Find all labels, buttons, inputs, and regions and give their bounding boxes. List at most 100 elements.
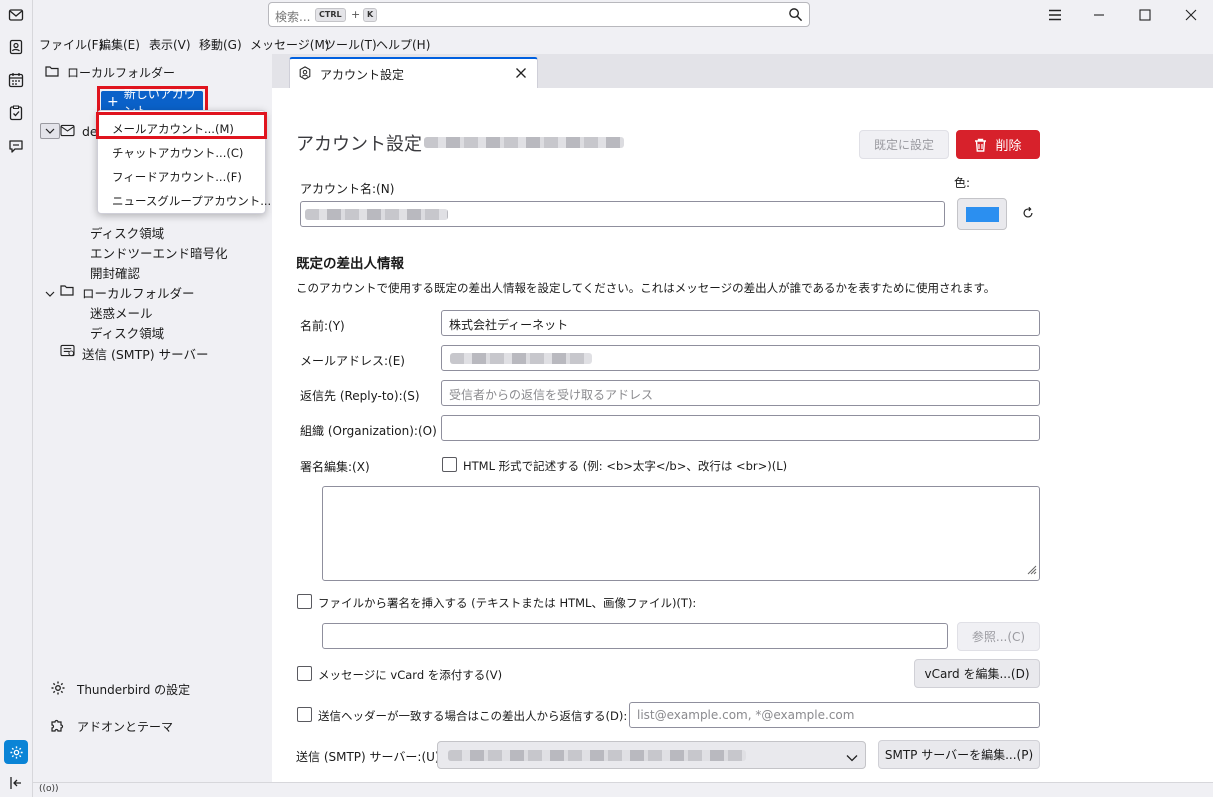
thunderbird-settings-link[interactable]: Thunderbird の設定 xyxy=(77,681,190,698)
hamburger-menu-icon[interactable] xyxy=(1043,4,1067,26)
tree-item-e2e-encryption[interactable]: エンドツーエンド暗号化 xyxy=(90,243,228,262)
folder-pane-header: ローカルフォルダー xyxy=(33,54,272,88)
file-signature-checkbox[interactable] xyxy=(297,594,312,609)
smtp-server-icon xyxy=(60,344,75,360)
maximize-icon[interactable] xyxy=(1133,4,1157,26)
delete-label: 削除 xyxy=(995,139,1022,154)
close-window-icon[interactable] xyxy=(1179,4,1203,26)
signature-label: 署名編集:(X) xyxy=(300,460,370,474)
resize-grip-icon[interactable] xyxy=(1027,564,1037,578)
puzzle-icon xyxy=(50,717,66,736)
calendar-icon[interactable] xyxy=(6,70,26,90)
search-placeholder: 検索... xyxy=(275,10,311,24)
identity-heading: 既定の差出人情報 xyxy=(296,256,404,272)
page-title: アカウント設定 - xyxy=(296,134,435,155)
html-signature-checkbox[interactable] xyxy=(442,457,457,472)
smtp-label: 送信 (SMTP) サーバー:(U) xyxy=(296,750,440,764)
account-settings-tab-icon xyxy=(298,66,312,83)
reply-to-input[interactable]: 受信者からの返信を受け取るアドレス xyxy=(441,380,1040,406)
folder-icon xyxy=(45,65,59,80)
email-label: メールアドレス:(E) xyxy=(300,354,405,368)
addons-themes-link[interactable]: アドオンとテーマ xyxy=(77,718,173,735)
file-signature-label: ファイルから署名を挿入する (テキストまたは HTML、画像ファイル)(T): xyxy=(318,596,697,610)
highlight-box-mail-account xyxy=(96,112,267,139)
reset-color-icon[interactable] xyxy=(1021,206,1035,223)
popup-feed-account[interactable]: フィードアカウント...(F) xyxy=(112,169,242,185)
tree-item-disk-space[interactable]: ディスク領域 xyxy=(90,223,164,242)
vcard-checkbox[interactable] xyxy=(297,666,312,681)
trash-icon xyxy=(974,138,987,152)
account-row-selection[interactable] xyxy=(40,123,60,139)
spaces-toolbar xyxy=(0,0,33,797)
reply-from-checkbox[interactable] xyxy=(297,707,312,722)
chevron-down-icon[interactable] xyxy=(45,287,55,301)
menu-bar: ファイル(F) 編集(E) 表示(V) 移動(G) メッセージ(M) ツール(T… xyxy=(33,32,1213,54)
redacted-account-title xyxy=(424,137,624,148)
reply-from-label: 送信ヘッダーが一致する場合はこの差出人から返信する(D): xyxy=(318,709,628,723)
gear-icon xyxy=(50,680,66,699)
popup-newsgroup-account[interactable]: ニュースグループアカウント...(N) xyxy=(112,193,289,209)
kbd-k: K xyxy=(363,8,378,22)
account-name-input[interactable] xyxy=(300,201,945,227)
name-input[interactable]: 株式会社ディーネット xyxy=(441,310,1040,336)
tree-item-smtp[interactable]: 送信 (SMTP) サーバー xyxy=(82,344,208,363)
kbd-plus: + xyxy=(351,8,361,21)
menu-file[interactable]: ファイル(F) xyxy=(39,36,103,53)
edit-vcard-button[interactable]: vCard を編集...(D) xyxy=(914,659,1040,688)
tree-item-junk[interactable]: 迷惑メール xyxy=(90,303,153,322)
local-folder-icon xyxy=(60,284,74,299)
menu-message[interactable]: メッセージ(M) xyxy=(250,36,329,53)
color-swatch xyxy=(966,207,999,222)
organization-label: 組織 (Organization):(O) xyxy=(300,424,437,438)
chevron-down-icon xyxy=(846,751,858,765)
redacted-email xyxy=(450,353,592,364)
name-label: 名前:(Y) xyxy=(300,319,345,333)
tree-item-return-receipts[interactable]: 開封確認 xyxy=(90,263,140,282)
signature-file-input[interactable] xyxy=(322,623,948,649)
menu-view[interactable]: 表示(V) xyxy=(149,36,191,53)
html-signature-label: HTML 形式で記述する (例: <b>太字</b>、改行は <br>)(L) xyxy=(463,459,788,473)
color-label: 色: xyxy=(954,176,971,190)
menu-edit[interactable]: 編集(E) xyxy=(99,36,140,53)
tab-label: アカウント設定 xyxy=(320,68,405,82)
identity-description: このアカウントで使用する既定の差出人情報を設定してください。これはメッセージの差… xyxy=(296,281,996,295)
tab-account-settings[interactable]: アカウント設定 xyxy=(289,57,538,88)
tree-item-local-disk-space[interactable]: ディスク領域 xyxy=(90,323,164,342)
vcard-label: メッセージに vCard を添付する(V) xyxy=(318,668,503,682)
browse-button[interactable]: 参照...(C) xyxy=(957,622,1040,651)
menu-tools[interactable]: ツール(T) xyxy=(324,36,377,53)
folder-pane-title: ローカルフォルダー xyxy=(67,66,176,80)
minimize-icon[interactable] xyxy=(1087,4,1111,26)
set-default-button[interactable]: 既定に設定 xyxy=(859,130,949,159)
smtp-select[interactable] xyxy=(437,741,866,769)
signature-textarea[interactable] xyxy=(322,486,1040,581)
account-settings-content: アカウント設定 - 既定に設定 削除 アカウント名:(N) 色: 既定の差出人情… xyxy=(272,88,1213,782)
edit-smtp-button[interactable]: SMTP サーバーを編集...(P) xyxy=(878,740,1040,769)
mail-icon[interactable] xyxy=(6,5,26,25)
redacted-account-name xyxy=(305,209,448,220)
account-icon xyxy=(60,124,75,140)
color-picker[interactable] xyxy=(957,198,1007,230)
search-icon xyxy=(788,7,803,25)
menu-help[interactable]: ヘルプ(H) xyxy=(376,36,430,53)
delete-account-button[interactable]: 削除 xyxy=(956,130,1040,159)
organization-input[interactable] xyxy=(441,415,1040,441)
reply-to-label: 返信先 (Reply-to):(S) xyxy=(300,389,420,403)
email-input[interactable] xyxy=(441,345,1040,371)
collapse-spaces-icon[interactable] xyxy=(6,773,26,793)
global-search[interactable]: 検索... CTRL + K xyxy=(268,2,810,27)
tab-close-icon[interactable] xyxy=(515,67,527,82)
address-book-icon[interactable] xyxy=(6,37,26,57)
online-status-icon[interactable]: ((o)) xyxy=(39,784,59,794)
chat-icon[interactable] xyxy=(6,136,26,156)
kbd-ctrl: CTRL xyxy=(315,8,346,22)
menu-go[interactable]: 移動(G) xyxy=(199,36,242,53)
reply-from-input[interactable]: list@example.com, *@example.com xyxy=(629,702,1040,728)
redacted-smtp-server xyxy=(448,750,746,761)
tree-item-local-folders[interactable]: ローカルフォルダー xyxy=(82,283,195,302)
settings-space-icon[interactable] xyxy=(4,740,28,764)
status-bar: ((o)) xyxy=(33,782,1213,797)
popup-chat-account[interactable]: チャットアカウント...(C) xyxy=(112,145,243,161)
tasks-icon[interactable] xyxy=(6,103,26,123)
account-name-label: アカウント名:(N) xyxy=(300,182,395,196)
